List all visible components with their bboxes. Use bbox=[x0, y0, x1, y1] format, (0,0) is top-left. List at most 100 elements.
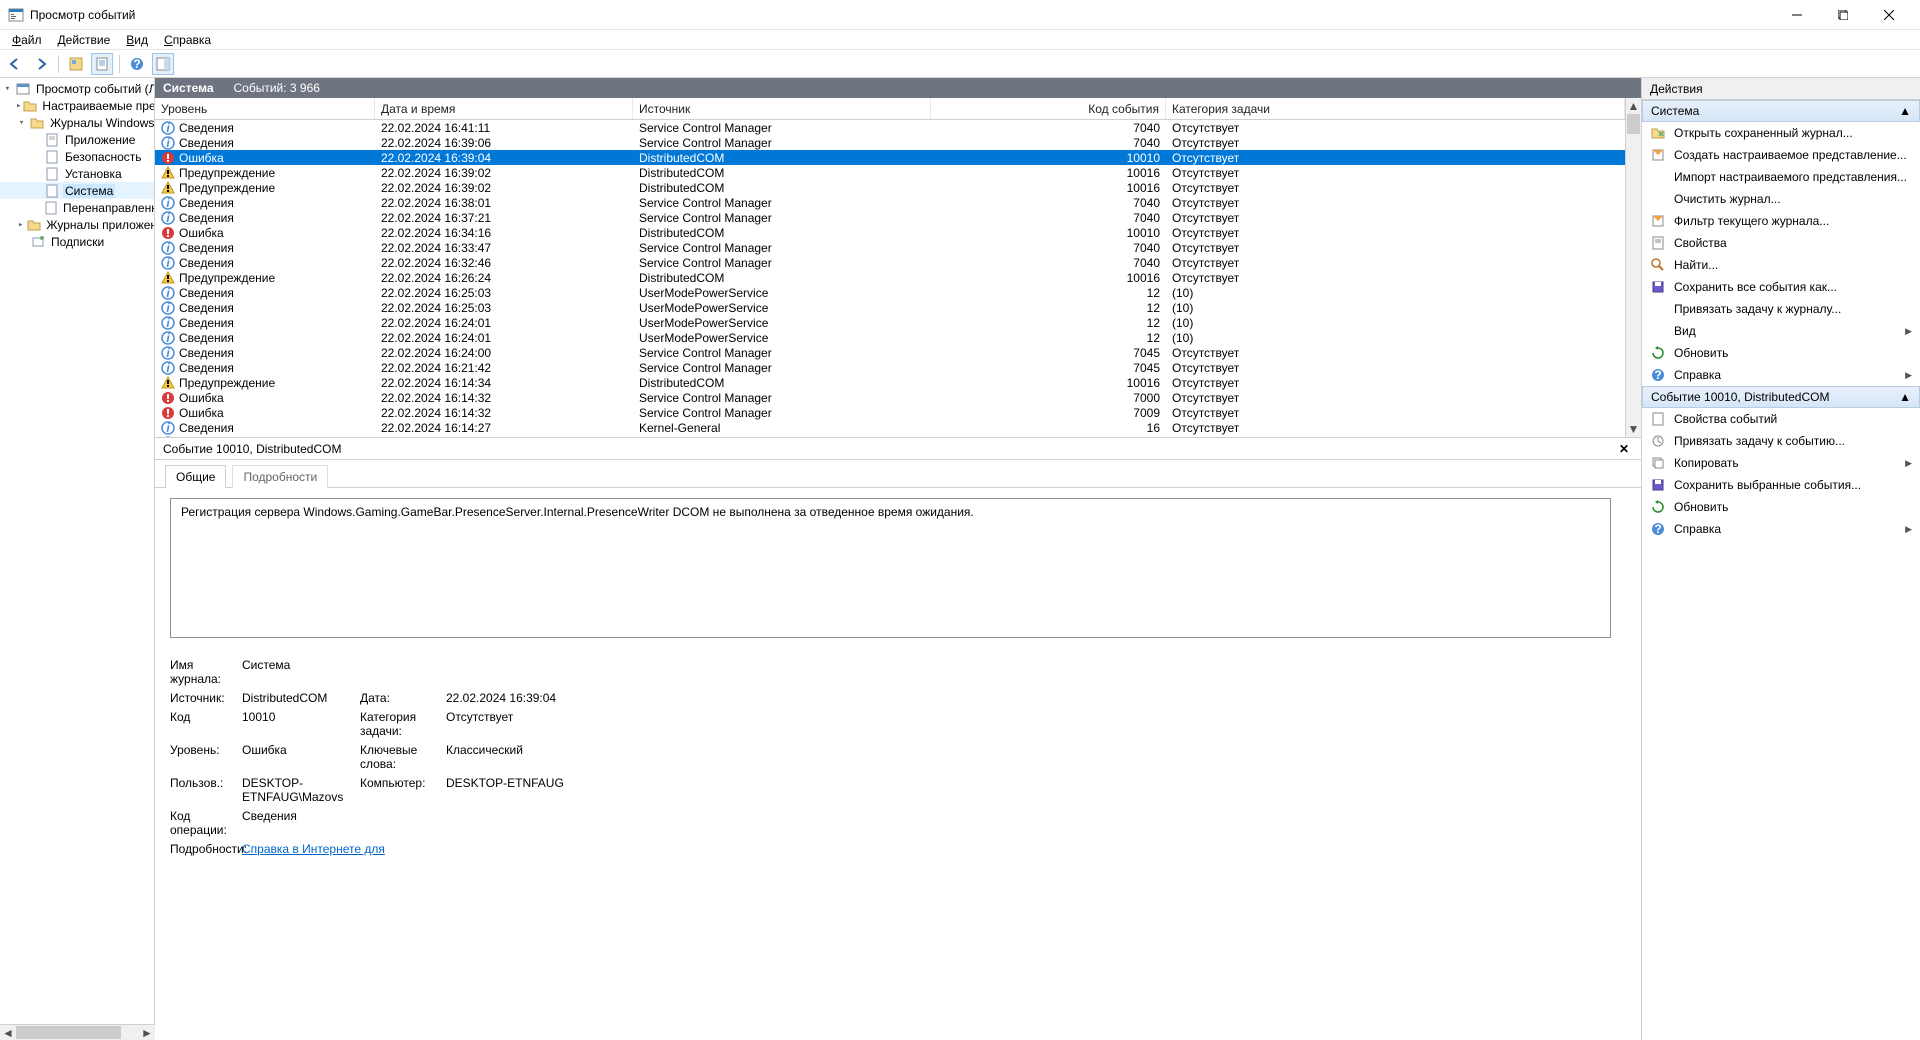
details-pane: Событие 10010, DistributedCOM ✕ Общие По… bbox=[155, 438, 1641, 1040]
tree-subscriptions[interactable]: Подписки bbox=[0, 233, 155, 250]
forward-button[interactable] bbox=[30, 53, 52, 75]
table-row[interactable]: Предупреждение22.02.2024 16:14:34Distrib… bbox=[155, 375, 1625, 390]
tree-forwarded[interactable]: Перенаправленные события bbox=[0, 199, 155, 216]
table-row[interactable]: Ошибка22.02.2024 16:14:32Service Control… bbox=[155, 405, 1625, 420]
subscriptions-icon bbox=[30, 234, 46, 250]
action-item[interactable]: Обновить bbox=[1642, 496, 1920, 518]
action-icon: ? bbox=[1650, 367, 1666, 383]
table-row[interactable]: iСведения22.02.2024 16:24:00Service Cont… bbox=[155, 345, 1625, 360]
table-row[interactable]: Предупреждение22.02.2024 16:39:02Distrib… bbox=[155, 165, 1625, 180]
col-eventid[interactable]: Код события bbox=[931, 98, 1166, 119]
table-row[interactable]: Ошибка22.02.2024 16:39:04DistributedCOM1… bbox=[155, 150, 1625, 165]
action-item[interactable]: Сохранить выбранные события... bbox=[1642, 474, 1920, 496]
tree-custom-views[interactable]: ▸ Настраиваемые представления bbox=[0, 97, 155, 114]
tab-details[interactable]: Подробности bbox=[232, 465, 328, 488]
collapse-icon[interactable]: ▲ bbox=[1899, 104, 1911, 118]
collapse-icon[interactable]: ▾ bbox=[16, 117, 27, 128]
tree-setup[interactable]: Установка bbox=[0, 165, 155, 182]
grid-rows: iСведения22.02.2024 16:41:11Service Cont… bbox=[155, 120, 1625, 437]
show-tree-button[interactable] bbox=[65, 53, 87, 75]
col-level[interactable]: Уровень bbox=[155, 98, 375, 119]
action-icon bbox=[1650, 301, 1666, 317]
action-item[interactable]: Свойства bbox=[1642, 232, 1920, 254]
table-row[interactable]: iСведения22.02.2024 16:37:21Service Cont… bbox=[155, 210, 1625, 225]
col-datetime[interactable]: Дата и время bbox=[375, 98, 633, 119]
center-pane: Система Событий: 3 966 Уровень Дата и вр… bbox=[155, 78, 1642, 1040]
table-row[interactable]: iСведения22.02.2024 16:25:03UserModePowe… bbox=[155, 285, 1625, 300]
action-item[interactable]: ?Справка▶ bbox=[1642, 364, 1920, 386]
action-item[interactable]: Обновить bbox=[1642, 342, 1920, 364]
table-row[interactable]: iСведения22.02.2024 16:33:47Service Cont… bbox=[155, 240, 1625, 255]
details-close-button[interactable]: ✕ bbox=[1615, 442, 1633, 456]
details-tabs: Общие Подробности bbox=[155, 460, 1641, 488]
menu-action[interactable]: Действие bbox=[50, 31, 119, 49]
expand-icon[interactable]: ▸ bbox=[16, 100, 21, 111]
table-row[interactable]: iСведения22.02.2024 16:14:27Kernel-Gener… bbox=[155, 420, 1625, 435]
table-row[interactable]: iСведения22.02.2024 16:24:01UserModePowe… bbox=[155, 315, 1625, 330]
menu-file[interactable]: Файл bbox=[4, 31, 50, 49]
col-source[interactable]: Источник bbox=[633, 98, 931, 119]
expand-icon[interactable]: ▸ bbox=[16, 219, 25, 230]
center-title: Система bbox=[163, 81, 214, 95]
level-icon bbox=[161, 406, 175, 420]
svg-text:?: ? bbox=[1654, 368, 1661, 382]
action-item[interactable]: Открыть сохраненный журнал... bbox=[1642, 122, 1920, 144]
table-row[interactable]: iСведения22.02.2024 16:25:03UserModePowe… bbox=[155, 300, 1625, 315]
action-item[interactable]: Свойства событий bbox=[1642, 408, 1920, 430]
action-item[interactable]: Вид▶ bbox=[1642, 320, 1920, 342]
tree-application[interactable]: Приложение bbox=[0, 131, 155, 148]
tree-system[interactable]: Система bbox=[0, 182, 155, 199]
tree-app-services[interactable]: ▸ Журналы приложений и служб bbox=[0, 216, 155, 233]
tree-root[interactable]: ▾ Просмотр событий (Локальный) bbox=[0, 80, 155, 97]
minimize-button[interactable] bbox=[1774, 0, 1820, 30]
actions-title: Действия bbox=[1642, 78, 1920, 100]
table-row[interactable]: iСведения22.02.2024 16:21:42Service Cont… bbox=[155, 360, 1625, 375]
table-row[interactable]: iСведения22.02.2024 16:12:12Kernel-Gener… bbox=[155, 435, 1625, 437]
action-icon bbox=[1650, 345, 1666, 361]
collapse-icon[interactable]: ▲ bbox=[1899, 390, 1911, 404]
action-item[interactable]: Копировать▶ bbox=[1642, 452, 1920, 474]
action-icon bbox=[1650, 433, 1666, 449]
tab-general[interactable]: Общие bbox=[165, 465, 226, 488]
properties-button[interactable] bbox=[91, 53, 113, 75]
table-row[interactable]: Ошибка22.02.2024 16:14:32Service Control… bbox=[155, 390, 1625, 405]
level-icon bbox=[161, 166, 175, 180]
action-item[interactable]: Создать настраиваемое представление... bbox=[1642, 144, 1920, 166]
action-icon bbox=[1650, 147, 1666, 163]
main-area: ▾ Просмотр событий (Локальный) ▸ Настраи… bbox=[0, 78, 1920, 1040]
table-row[interactable]: iСведения22.02.2024 16:38:01Service Cont… bbox=[155, 195, 1625, 210]
expand-icon[interactable]: ▾ bbox=[2, 83, 13, 94]
tree-windows-logs[interactable]: ▾ Журналы Windows bbox=[0, 114, 155, 131]
action-item[interactable]: Импорт настраиваемого представления... bbox=[1642, 166, 1920, 188]
menu-view[interactable]: Вид bbox=[118, 31, 156, 49]
toolbar-separator bbox=[119, 55, 120, 73]
tree-hscrollbar[interactable]: ◄► bbox=[0, 1024, 155, 1040]
action-item[interactable]: Сохранить все события как... bbox=[1642, 276, 1920, 298]
level-icon: i bbox=[161, 211, 175, 225]
maximize-button[interactable] bbox=[1820, 0, 1866, 30]
tree-security[interactable]: Безопасность bbox=[0, 148, 155, 165]
table-row[interactable]: Предупреждение22.02.2024 16:39:02Distrib… bbox=[155, 180, 1625, 195]
action-item[interactable]: Фильтр текущего журнала... bbox=[1642, 210, 1920, 232]
table-row[interactable]: iСведения22.02.2024 16:39:06Service Cont… bbox=[155, 135, 1625, 150]
close-button[interactable] bbox=[1866, 0, 1912, 30]
table-row[interactable]: iСведения22.02.2024 16:24:01UserModePowe… bbox=[155, 330, 1625, 345]
action-item[interactable]: ?Справка▶ bbox=[1642, 518, 1920, 540]
table-row[interactable]: iСведения22.02.2024 16:41:11Service Cont… bbox=[155, 120, 1625, 135]
action-item[interactable]: Привязать задачу к журналу... bbox=[1642, 298, 1920, 320]
menu-help[interactable]: Справка bbox=[156, 31, 219, 49]
level-icon: i bbox=[161, 121, 175, 135]
col-taskcat[interactable]: Категория задачи bbox=[1166, 98, 1625, 119]
action-item[interactable]: Найти... bbox=[1642, 254, 1920, 276]
table-row[interactable]: Предупреждение22.02.2024 16:26:24Distrib… bbox=[155, 270, 1625, 285]
help-link[interactable]: Справка в Интернете для bbox=[242, 842, 385, 856]
action-item[interactable]: Очистить журнал... bbox=[1642, 188, 1920, 210]
grid-vscrollbar[interactable]: ▲▼ bbox=[1625, 98, 1641, 437]
table-row[interactable]: iСведения22.02.2024 16:32:46Service Cont… bbox=[155, 255, 1625, 270]
tree-view[interactable]: ▾ Просмотр событий (Локальный) ▸ Настраи… bbox=[0, 78, 155, 1040]
table-row[interactable]: Ошибка22.02.2024 16:34:16DistributedCOM1… bbox=[155, 225, 1625, 240]
help-button[interactable]: ? bbox=[126, 53, 148, 75]
actions-pane-button[interactable] bbox=[152, 53, 174, 75]
back-button[interactable] bbox=[4, 53, 26, 75]
action-item[interactable]: Привязать задачу к событию... bbox=[1642, 430, 1920, 452]
